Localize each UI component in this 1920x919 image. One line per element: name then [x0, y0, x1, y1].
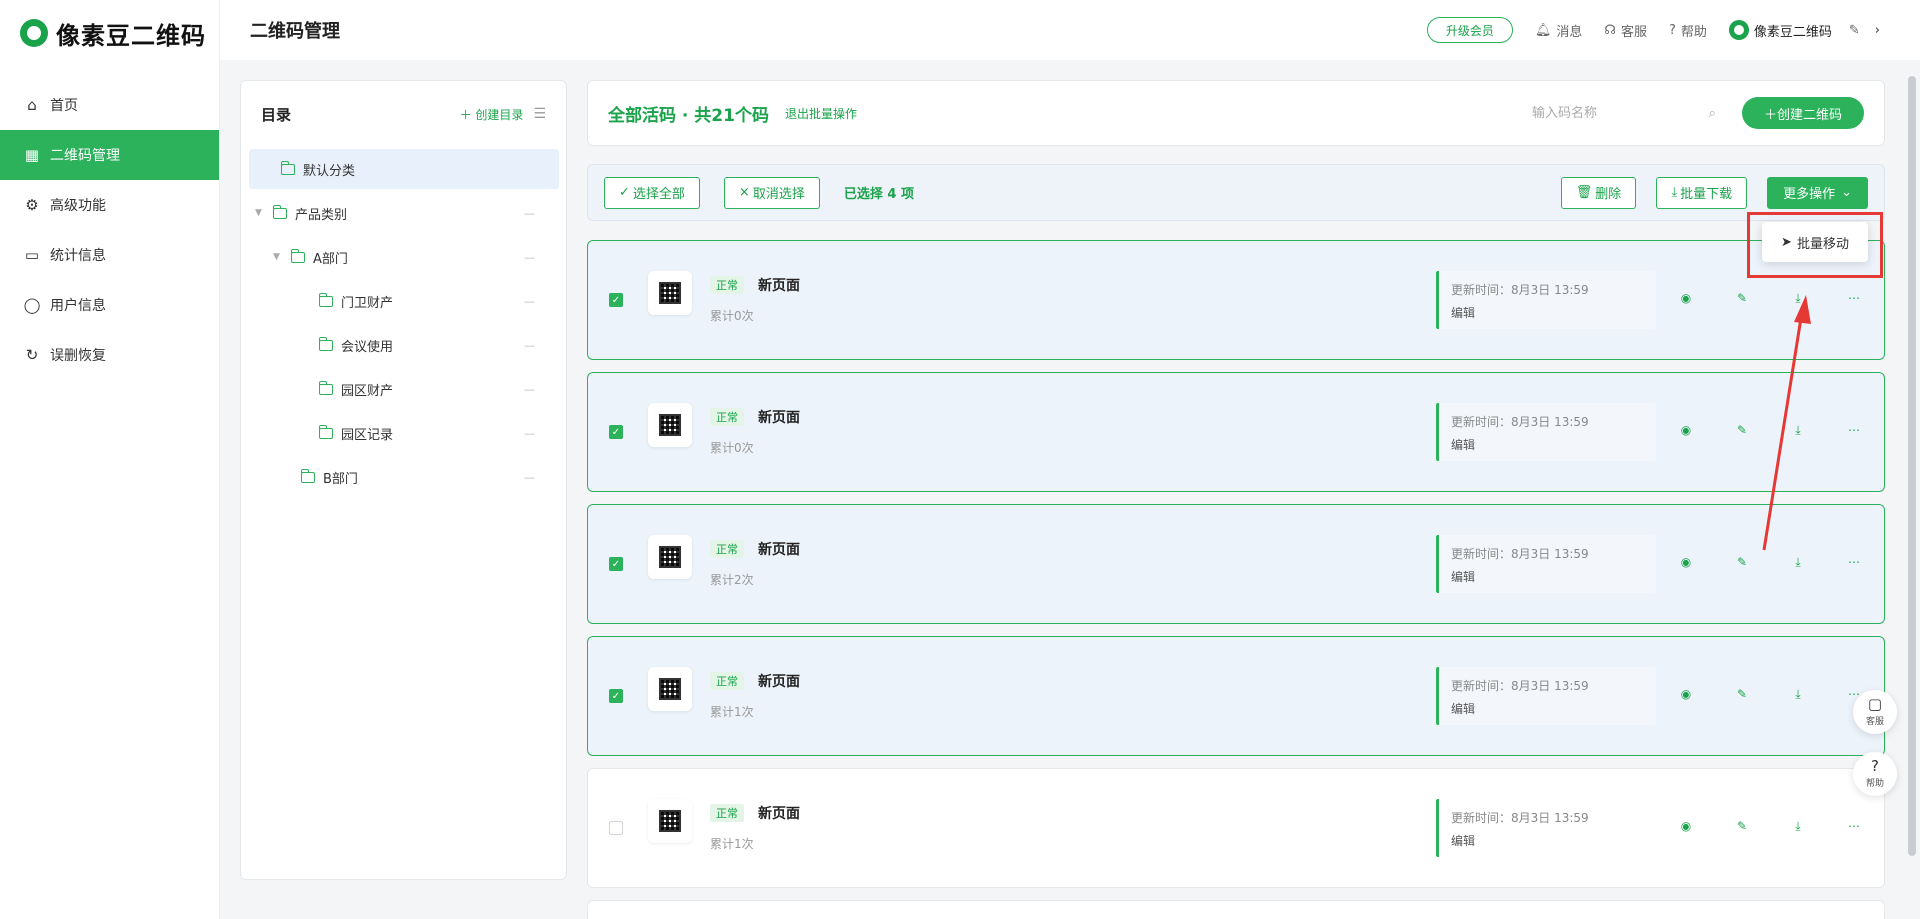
question-icon: ?	[1871, 757, 1879, 775]
floating-service-button[interactable]: ▢ 客服	[1853, 690, 1897, 734]
arrow-head	[1794, 295, 1811, 324]
floating-help-label: 帮助	[1865, 779, 1884, 789]
annotation-arrow	[1762, 295, 1811, 551]
floating-service-label: 客服	[1865, 717, 1884, 727]
chat-icon: ▢	[1867, 695, 1883, 713]
floating-help-button[interactable]: ? 帮助	[1853, 752, 1897, 796]
arrow-shaft	[1762, 317, 1803, 551]
scrollbar[interactable]	[1908, 76, 1916, 856]
